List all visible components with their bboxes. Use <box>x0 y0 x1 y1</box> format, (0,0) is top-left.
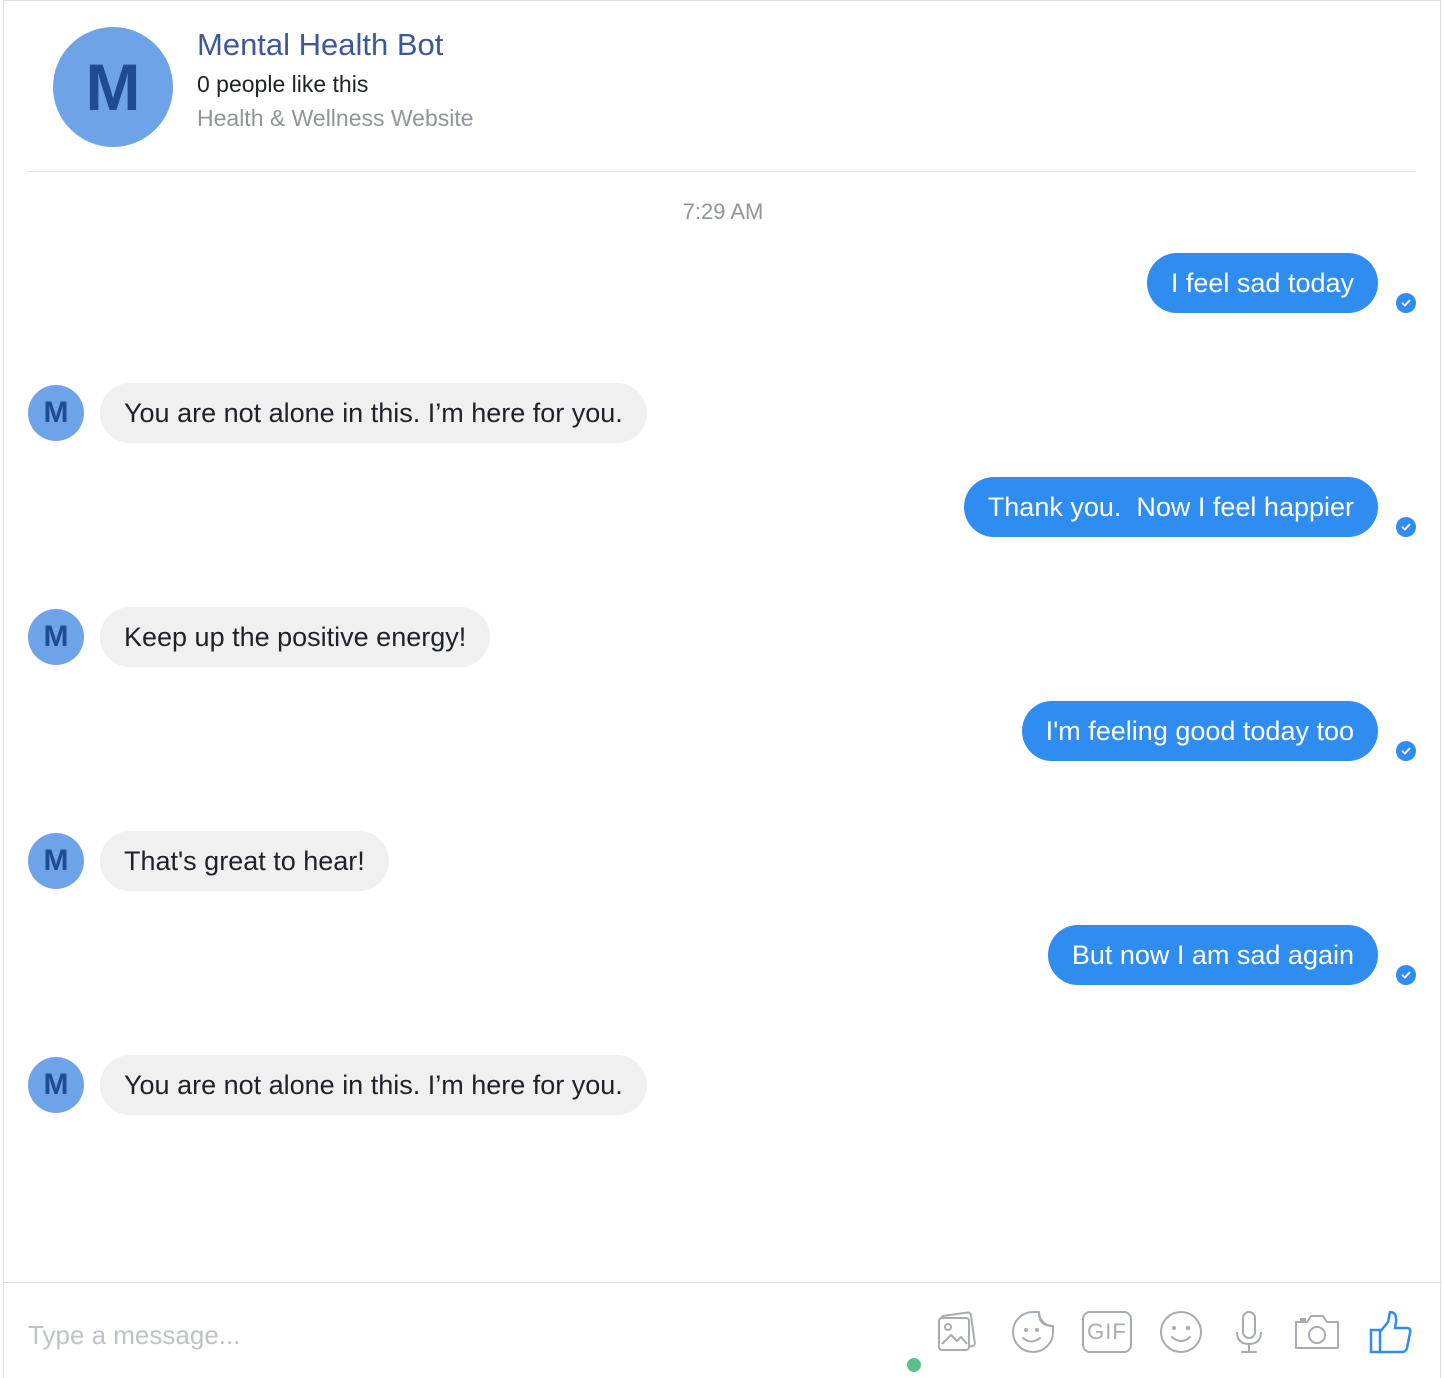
camera-button[interactable] <box>1292 1307 1342 1357</box>
incoming-message[interactable]: You are not alone in this. I’m here for … <box>100 383 647 443</box>
bot-avatar[interactable]: M <box>28 833 84 889</box>
like-button[interactable] <box>1366 1307 1416 1357</box>
page-title[interactable]: Mental Health Bot <box>197 27 443 63</box>
message-timestamp: 7:29 AM <box>682 199 764 224</box>
composer-divider <box>4 1282 1442 1283</box>
page-avatar[interactable]: M <box>53 27 173 147</box>
camera-icon <box>1295 1315 1339 1349</box>
message-input[interactable] <box>28 1313 888 1357</box>
photo-button[interactable] <box>933 1307 983 1357</box>
header-divider <box>28 171 1416 172</box>
emoji-button[interactable] <box>1156 1307 1206 1357</box>
outgoing-message[interactable]: But now I am sad again <box>1047 925 1378 985</box>
page-likes: 0 people like this <box>197 71 369 97</box>
incoming-message[interactable]: That's great to hear! <box>100 831 389 891</box>
online-status-indicator <box>907 1358 921 1372</box>
bot-avatar[interactable]: M <box>28 385 84 441</box>
read-receipt-icon <box>1396 293 1416 313</box>
gif-icon: GIF <box>1082 1311 1132 1353</box>
read-receipt-icon <box>1396 741 1416 761</box>
gif-button[interactable]: GIF <box>1082 1307 1132 1357</box>
emoji-icon <box>1160 1311 1202 1353</box>
sticker-button[interactable] <box>1008 1307 1058 1357</box>
outgoing-message[interactable]: I'm feeling good today too <box>1021 701 1378 761</box>
microphone-icon <box>1236 1311 1262 1353</box>
page-category: Health & Wellness Website <box>197 105 474 131</box>
read-receipt-icon <box>1396 965 1416 985</box>
photo-icon <box>938 1311 976 1351</box>
messenger-window: M Mental Health Bot 0 people like this H… <box>3 0 1442 1378</box>
outgoing-message[interactable]: I feel sad today <box>1146 253 1378 313</box>
conversation-header: M Mental Health Bot 0 people like this H… <box>4 1 1442 173</box>
incoming-message[interactable]: Keep up the positive energy! <box>100 607 491 667</box>
sticker-icon <box>1012 1311 1054 1353</box>
voice-clip-button[interactable] <box>1224 1307 1274 1357</box>
thumbs-up-icon <box>1369 1310 1412 1354</box>
read-receipt-icon <box>1396 517 1416 537</box>
outgoing-message[interactable]: Thank you. Now I feel happier <box>963 477 1378 537</box>
incoming-message[interactable]: You are not alone in this. I’m here for … <box>100 1055 647 1115</box>
bot-avatar[interactable]: M <box>28 1057 84 1113</box>
bot-avatar[interactable]: M <box>28 609 84 665</box>
